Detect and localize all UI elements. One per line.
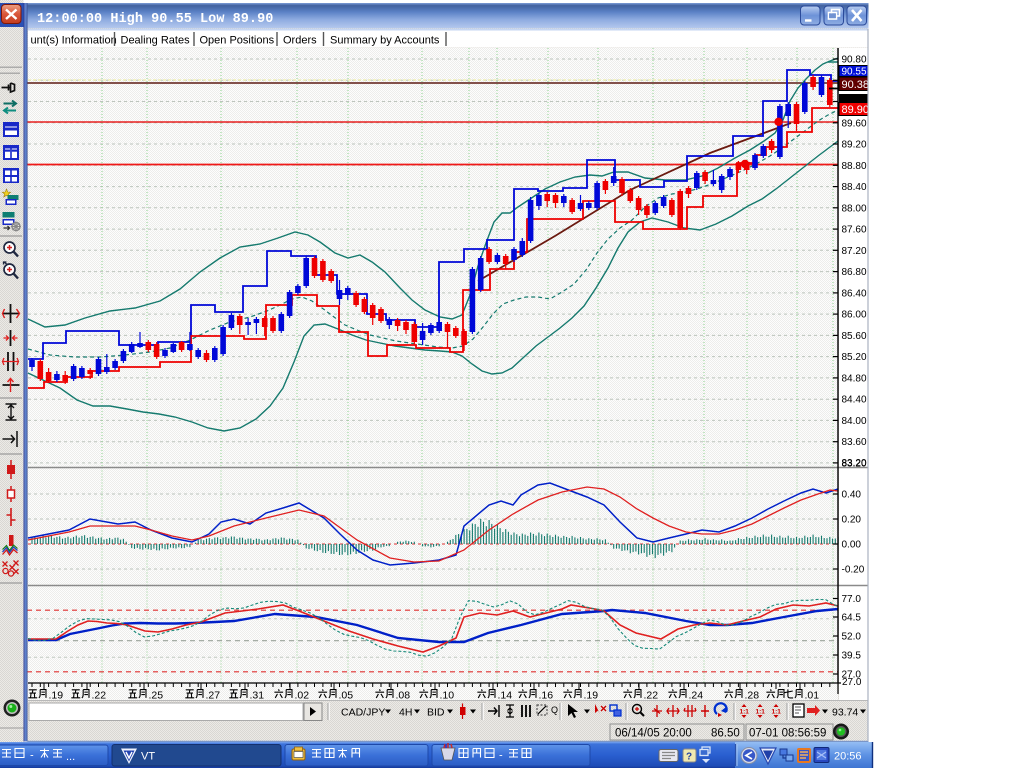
svg-text:unt(s) Information: unt(s) Information	[31, 35, 117, 47]
svg-text:.01: .01	[805, 690, 820, 702]
svg-text:0.00: 0.00	[842, 540, 862, 551]
svg-text:90.55: 90.55	[842, 67, 867, 78]
svg-text:4H: 4H	[399, 707, 412, 719]
svg-text:BID: BID	[427, 707, 445, 719]
svg-text:86.80: 86.80	[842, 267, 867, 278]
svg-text:86.00: 86.00	[842, 310, 867, 321]
svg-text:.25: .25	[149, 690, 164, 702]
svg-text:0.40: 0.40	[842, 490, 862, 501]
svg-text:89.20: 89.20	[842, 140, 867, 151]
svg-text:-: -	[499, 750, 503, 762]
svg-text:.05: .05	[339, 690, 354, 702]
svg-text:-: -	[30, 750, 34, 762]
svg-text:90.80: 90.80	[842, 55, 867, 66]
svg-text:20:56: 20:56	[834, 751, 862, 763]
svg-text:.16: .16	[539, 690, 554, 702]
svg-text:.10: .10	[440, 690, 455, 702]
svg-text:77.0: 77.0	[842, 594, 862, 605]
svg-text:86.40: 86.40	[842, 288, 867, 299]
svg-text:12:00:00 High 90.55 Low 89.90: 12:00:00 High 90.55 Low 89.90	[37, 12, 273, 27]
svg-text:1:1: 1:1	[756, 709, 766, 716]
svg-text:64.5: 64.5	[842, 613, 862, 624]
svg-text:Dealing Rates: Dealing Rates	[121, 35, 191, 47]
svg-text:?: ?	[686, 752, 692, 763]
svg-text:27.0: 27.0	[842, 677, 862, 688]
svg-text:Open Positions: Open Positions	[200, 35, 275, 47]
svg-text:Summary by Accounts: Summary by Accounts	[330, 35, 440, 47]
svg-text:39.5: 39.5	[842, 651, 862, 662]
svg-text:89.90: 89.90	[842, 104, 870, 116]
svg-text:88.80: 88.80	[842, 161, 867, 172]
svg-text:Orders: Orders	[283, 35, 317, 47]
svg-text:85.20: 85.20	[842, 352, 867, 363]
svg-text:84.40: 84.40	[842, 395, 867, 406]
svg-text:07-01 08:56:59: 07-01 08:56:59	[749, 728, 826, 740]
svg-text:.08: .08	[396, 690, 411, 702]
svg-text:1:1: 1:1	[740, 709, 750, 716]
svg-text:83.60: 83.60	[842, 437, 867, 448]
svg-text:1:1: 1:1	[772, 709, 782, 716]
svg-text:.22: .22	[92, 690, 107, 702]
svg-text:.27: .27	[206, 690, 221, 702]
svg-text:.02: .02	[295, 690, 310, 702]
svg-text:85.60: 85.60	[842, 331, 867, 342]
svg-text:52.0: 52.0	[842, 632, 862, 643]
svg-text:.24: .24	[689, 690, 704, 702]
svg-text:90.38: 90.38	[842, 79, 870, 91]
svg-text:Q: Q	[551, 705, 558, 715]
svg-text:.22: .22	[644, 690, 659, 702]
svg-text:88.00: 88.00	[842, 203, 867, 214]
svg-text:.19: .19	[584, 690, 599, 702]
svg-text:87.20: 87.20	[842, 246, 867, 257]
svg-text:83.20: 83.20	[842, 458, 867, 469]
svg-text:.19: .19	[49, 690, 64, 702]
svg-text:84.80: 84.80	[842, 373, 867, 384]
svg-text:93.74: 93.74	[832, 707, 858, 719]
svg-text:06/14/05 20:00: 06/14/05 20:00	[615, 728, 692, 740]
svg-text:...: ...	[66, 751, 75, 763]
svg-text:84.00: 84.00	[842, 416, 867, 427]
svg-text:-0.20: -0.20	[842, 565, 865, 576]
svg-text:.31: .31	[250, 690, 265, 702]
svg-text:0.20: 0.20	[842, 515, 862, 526]
svg-text:CAD/JPY: CAD/JPY	[341, 707, 385, 719]
svg-text:VT: VT	[141, 751, 155, 763]
svg-text:88.40: 88.40	[842, 182, 867, 193]
svg-text:89.60: 89.60	[842, 118, 867, 129]
svg-text:87.60: 87.60	[842, 225, 867, 236]
svg-text:.14: .14	[498, 690, 513, 702]
svg-text:86.50: 86.50	[711, 728, 740, 740]
svg-text:.28: .28	[745, 690, 760, 702]
